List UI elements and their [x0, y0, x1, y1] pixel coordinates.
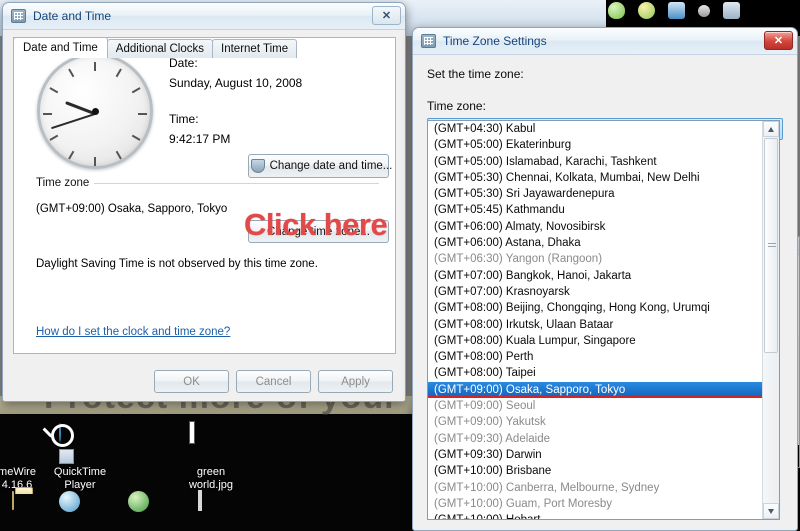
calendar-clock-icon — [421, 34, 436, 48]
tab-date-and-time[interactable]: Date and Time — [13, 37, 108, 58]
scroll-down-button[interactable] — [763, 503, 779, 519]
date-and-time-window[interactable]: Date and Time ✕ Date and Time Additional… — [2, 2, 406, 402]
time-zone-option[interactable]: (GMT+08:00) Kuala Lumpur, Singapore — [428, 333, 762, 349]
window-title: Time Zone Settings — [443, 34, 547, 48]
time-zone-option[interactable]: (GMT+05:00) Islamabad, Karachi, Tashkent — [428, 154, 762, 170]
utorrent-file-icon — [128, 490, 179, 531]
time-zone-option[interactable]: (GMT+05:45) Kathmandu — [428, 202, 762, 218]
time-zone-option[interactable]: (GMT+08:00) Taipei — [428, 365, 762, 381]
limewire-icon — [0, 424, 38, 464]
time-zone-option[interactable]: (GMT+06:30) Yangon (Rangoon) — [428, 251, 762, 267]
change-time-zone-button[interactable]: Change time zone... — [248, 220, 389, 243]
set-time-zone-heading: Set the time zone: — [427, 67, 524, 81]
dropdown-scrollbar[interactable] — [762, 121, 779, 519]
time-zone-option[interactable]: (GMT+05:30) Sri Jayawardenepura — [428, 186, 762, 202]
time-zone-settings-titlebar[interactable]: Time Zone Settings ✕ — [413, 28, 797, 55]
date-and-time-tab-panel: Date: Sunday, August 10, 2008 Time: 9:42… — [13, 37, 396, 354]
quicktime-icon — [59, 423, 101, 464]
scroll-up-button[interactable] — [763, 121, 779, 137]
minute-hand — [50, 113, 96, 130]
shield-icon — [250, 159, 265, 173]
time-zone-option-selected[interactable]: (GMT+09:00) Osaka, Sapporo, Tokyo — [428, 381, 762, 399]
date-label: Date: — [169, 56, 198, 70]
time-value: 9:42:17 PM — [169, 132, 231, 146]
photo-file-icon — [198, 490, 240, 531]
tab-internet-time[interactable]: Internet Time — [212, 39, 298, 58]
time-zone-option[interactable]: (GMT+07:00) Krasnoyarsk — [428, 284, 762, 300]
time-zone-options-container: (GMT+04:30) Kabul (GMT+05:00) Ekaterinbur… — [428, 121, 762, 519]
tab-strip[interactable]: Date and Time Additional Clocks Internet… — [3, 30, 405, 58]
time-zone-option[interactable]: (GMT+05:30) Chennai, Kolkata, Mumbai, Ne… — [428, 170, 762, 186]
expand-icon[interactable] — [723, 2, 740, 19]
time-label: Time: — [169, 112, 199, 126]
close-icon[interactable]: ✕ — [372, 6, 401, 25]
blue-contact-icon[interactable] — [668, 2, 685, 19]
ok-button[interactable]: OK — [154, 370, 229, 393]
time-zone-option[interactable]: (GMT+09:00) Seoul — [428, 398, 762, 414]
apply-button[interactable]: Apply — [318, 370, 393, 393]
time-zone-option[interactable]: (GMT+10:00) Hobart — [428, 512, 762, 519]
change-date-and-time-button[interactable]: Change date and time... — [248, 154, 392, 178]
daylight-saving-text: Daylight Saving Time is not observed by … — [36, 258, 318, 270]
clock-center-pin — [91, 107, 99, 115]
time-zone-option[interactable]: (GMT+08:00) Irkutsk, Ulaan Bataar — [428, 317, 762, 333]
cancel-button[interactable]: Cancel — [236, 370, 311, 393]
key-icon[interactable] — [698, 4, 710, 17]
desktop-icon-label: green world.jpg — [188, 466, 234, 491]
folder-icon — [12, 491, 54, 531]
time-zone-option[interactable]: (GMT+06:00) Almaty, Novosibirsk — [428, 219, 762, 235]
change-date-and-time-label: Change date and time... — [269, 160, 393, 172]
desktop-icon-quicktime-movie[interactable] — [50, 490, 128, 531]
calendar-clock-icon — [11, 9, 26, 23]
time-zone-option[interactable]: (GMT+10:00) Guam, Port Moresby — [428, 496, 762, 512]
desktop-icon-green-world-jpg[interactable]: green world.jpg — [172, 422, 250, 492]
time-zone-option[interactable]: (GMT+08:00) Perth — [428, 349, 762, 365]
tab-additional-clocks[interactable]: Additional Clocks — [106, 39, 214, 58]
time-zone-dropdown-list[interactable]: (GMT+04:30) Kabul (GMT+05:00) Ekaterinbur… — [427, 120, 780, 520]
time-zone-group-label: Time zone — [36, 177, 95, 189]
date-and-time-titlebar[interactable]: Date and Time ✕ — [3, 3, 405, 30]
time-zone-option[interactable]: (GMT+04:30) Kabul — [428, 121, 762, 137]
group-buddies-icon[interactable] — [638, 2, 655, 19]
time-zone-field-label: Time zone: — [427, 99, 486, 113]
time-zone-option[interactable]: (GMT+10:00) Brisbane — [428, 463, 762, 479]
time-zone-option[interactable]: (GMT+09:30) Adelaide — [428, 431, 762, 447]
green-buddy-icon[interactable] — [608, 2, 625, 19]
time-zone-option[interactable]: (GMT+07:00) Bangkok, Hanoi, Jakarta — [428, 268, 762, 284]
date-value: Sunday, August 10, 2008 — [169, 76, 303, 90]
group-divider — [94, 183, 379, 184]
time-zone-option[interactable]: (GMT+06:00) Astana, Dhaka — [428, 235, 762, 251]
time-zone-settings-window[interactable]: Time Zone Settings ✕ Set the time zone: … — [412, 27, 798, 531]
close-icon[interactable]: ✕ — [764, 31, 793, 50]
desktop-icon-photo-file[interactable] — [180, 490, 258, 531]
background-toolbar-icons[interactable] — [608, 2, 740, 19]
scrollbar-thumb[interactable] — [764, 138, 778, 353]
time-zone-option[interactable]: (GMT+08:00) Beijing, Chongqing, Hong Kon… — [428, 300, 762, 316]
dialog-footer: OK Cancel Apply — [3, 370, 405, 393]
time-zone-option[interactable]: (GMT+05:00) Ekaterinburg — [428, 137, 762, 153]
help-link[interactable]: How do I set the clock and time zone? — [36, 326, 230, 338]
analog-clock — [37, 53, 153, 169]
time-zone-option[interactable]: (GMT+09:00) Yakutsk — [428, 414, 762, 430]
desktop-icon-label: QuickTime Player — [53, 466, 107, 491]
time-zone-option[interactable]: (GMT+09:30) Darwin — [428, 447, 762, 463]
screen: Protect more of your meWire 4.16.6 Quick… — [0, 0, 800, 531]
desktop-icon-quicktime-player[interactable]: QuickTime Player — [41, 423, 119, 492]
window-title: Date and Time — [33, 9, 112, 23]
time-zone-option[interactable]: (GMT+10:00) Canberra, Melbourne, Sydney — [428, 480, 762, 496]
current-time-zone-value: (GMT+09:00) Osaka, Sapporo, Tokyo — [36, 203, 228, 215]
image-file-icon — [190, 422, 232, 464]
quicktime-movie-file-icon — [59, 490, 110, 531]
